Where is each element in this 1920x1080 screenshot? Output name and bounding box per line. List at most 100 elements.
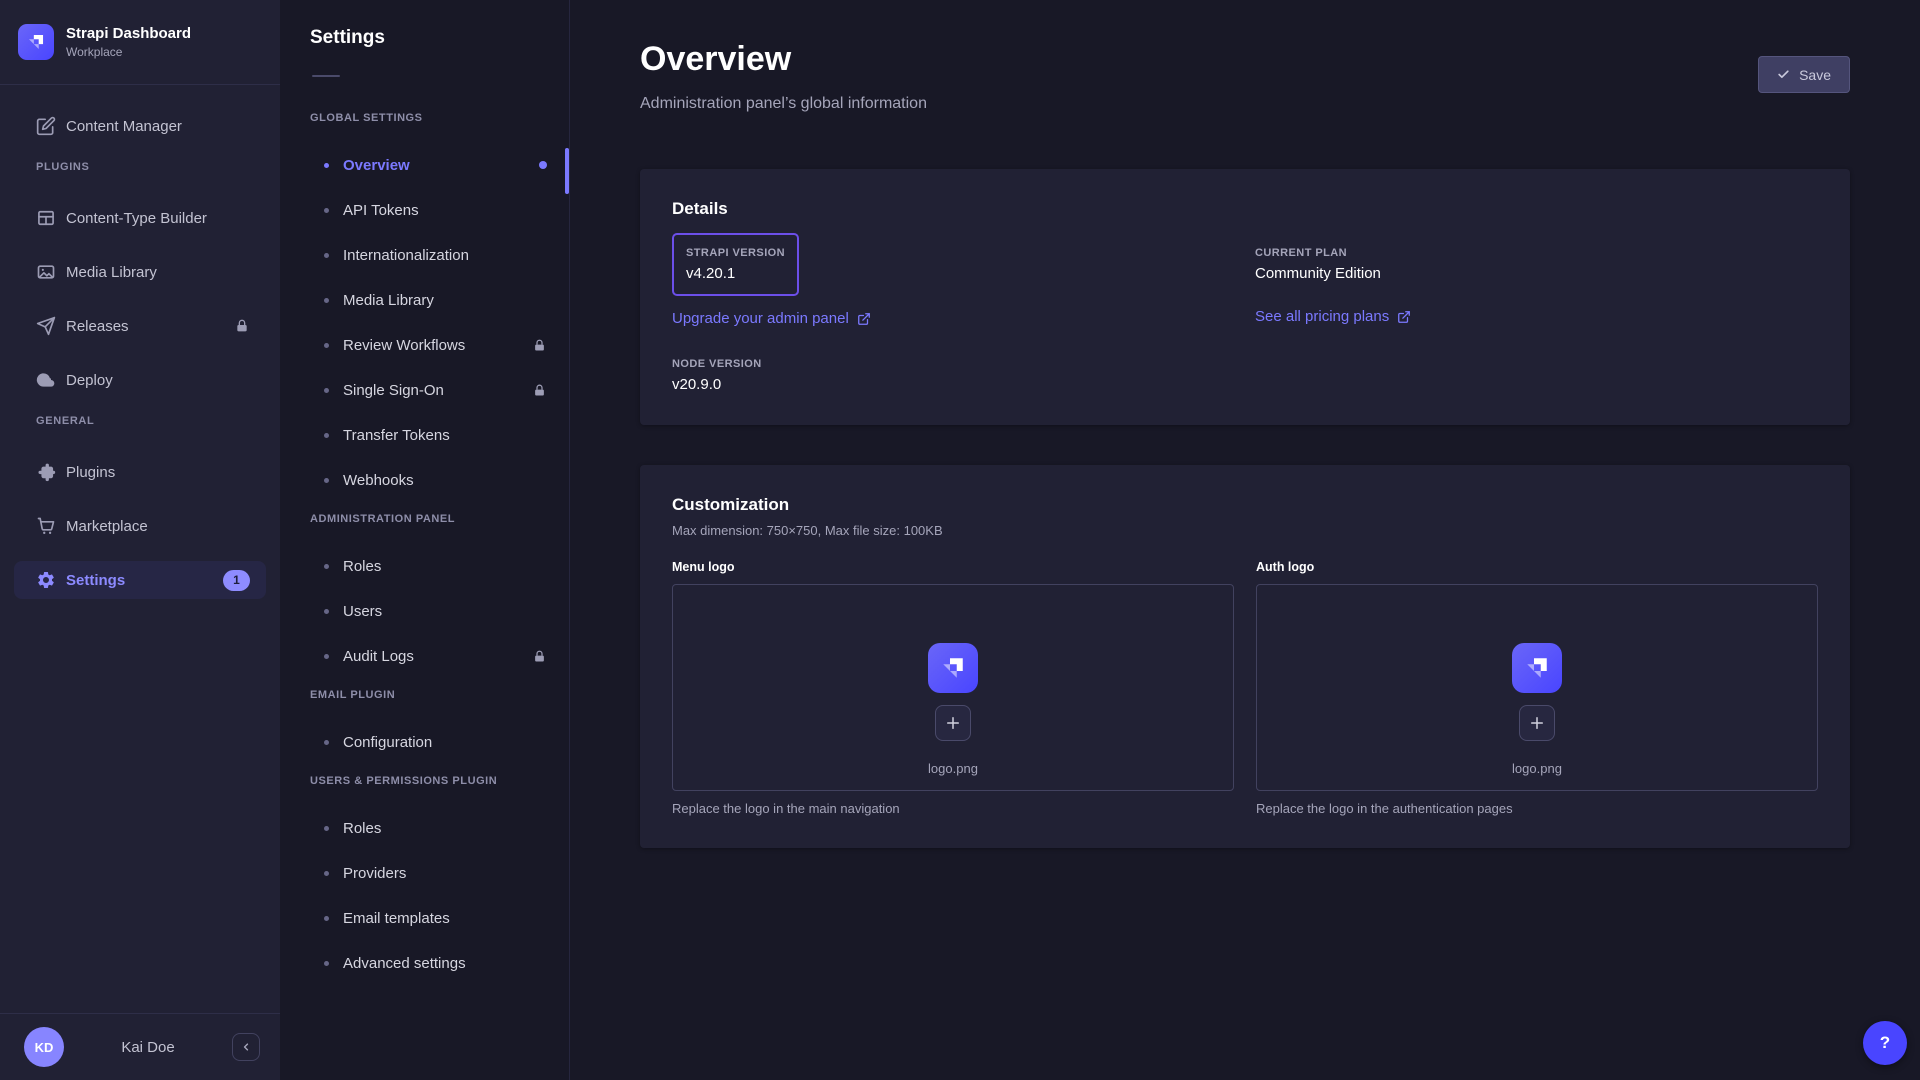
subnav-item-email-configuration[interactable]: Configuration [280,727,547,757]
settings-subnav: Settings GLOBAL SETTINGS Overview API To… [280,0,570,1080]
subnav-item-up-roles[interactable]: Roles [280,813,547,843]
menu-logo-field: Menu logo logo.png [672,560,1234,816]
subnav-section-global-settings: GLOBAL SETTINGS [310,112,545,124]
sidebar-item-media-library[interactable]: Media Library [14,253,266,291]
chevron-left-icon [239,1040,253,1054]
auth-logo-dropzone[interactable]: logo.png [1256,584,1818,791]
subnav-item-overview[interactable]: Overview [280,150,547,180]
strapi-logo-icon [18,24,54,60]
bullet-icon [324,298,329,303]
bullet-icon [324,826,329,831]
title-divider [312,75,340,77]
subnav-item-audit-logs[interactable]: Audit Logs [280,641,547,671]
nav-section-header-general: GENERAL [14,415,266,427]
upgrade-admin-panel-link[interactable]: Upgrade your admin panel [672,310,871,327]
bullet-icon [324,478,329,483]
bullet-icon [324,208,329,213]
user-name: Kai Doe [74,1039,222,1056]
workspace-title: Strapi Dashboard [66,25,191,43]
subnav-item-advanced-settings[interactable]: Advanced settings [280,948,547,978]
nav-section-header-plugins: PLUGINS [14,161,266,173]
workspace-brand[interactable]: Strapi Dashboard Workplace [0,0,280,85]
subnav-item-internationalization[interactable]: Internationalization [280,240,547,270]
strapi-version-highlight-box: STRAPI VERSION v4.20.1 [672,233,799,296]
puzzle-icon [36,462,56,482]
auth-logo-preview [1512,643,1562,693]
settings-notification-badge: 1 [223,570,250,591]
app-root: Strapi Dashboard Workplace Content Manag… [0,0,1920,1080]
node-version-value: v20.9.0 [672,376,1235,393]
user-area: KD Kai Doe [0,1013,280,1080]
page-header: Overview Administration panel’s global i… [640,40,1850,113]
page-title: Overview [640,40,927,79]
pricing-plans-link[interactable]: See all pricing plans [1255,308,1411,325]
cloud-icon [36,370,56,390]
subnav-item-email-templates[interactable]: Email templates [280,903,547,933]
node-version-label: NODE VERSION [672,358,1235,370]
sidebar-item-plugins[interactable]: Plugins [14,453,266,491]
subnav-item-transfer-tokens[interactable]: Transfer Tokens [280,420,547,450]
auth-logo-field: Auth logo logo.png [1256,560,1818,816]
sidebar-item-label: Content Manager [66,118,182,135]
sidebar-item-label: Content-Type Builder [66,210,207,227]
sidebar-item-label: Media Library [66,264,157,281]
bullet-icon [324,388,329,393]
subnav-section-users-permissions: USERS & PERMISSIONS PLUGIN [310,775,545,787]
sidebar-item-content-manager[interactable]: Content Manager [14,107,266,145]
workspace-subtitle: Workplace [66,45,191,59]
strapi-version-value: v4.20.1 [686,265,785,282]
main-content: Overview Administration panel’s global i… [570,0,1920,1080]
pen-icon [36,116,56,136]
details-right-column: CURRENT PLAN Community Edition See all p… [1255,233,1818,393]
sidebar-item-marketplace[interactable]: Marketplace [14,507,266,545]
subnav-item-admin-roles[interactable]: Roles [280,551,547,581]
subnav-item-single-sign-on[interactable]: Single Sign-On [280,375,547,405]
add-menu-logo-button[interactable] [935,705,971,741]
update-notification-dot [539,161,547,169]
subnav-section-administration-panel: ADMINISTRATION PANEL [310,513,545,525]
auth-logo-caption: Replace the logo in the authentication p… [1256,801,1818,816]
lock-icon [532,649,547,664]
external-link-icon [857,312,871,326]
external-link-icon [1397,310,1411,324]
sidebar-item-releases[interactable]: Releases [14,307,266,345]
subnav-item-admin-users[interactable]: Users [280,596,547,626]
auth-logo-filename: logo.png [1512,761,1562,776]
strapi-version-label: STRAPI VERSION [686,247,785,259]
avatar[interactable]: KD [24,1027,64,1067]
lock-icon [532,338,547,353]
sidebar-item-label: Marketplace [66,518,148,535]
bullet-icon [324,253,329,258]
help-button[interactable]: ? [1863,1021,1907,1065]
menu-logo-dropzone[interactable]: logo.png [672,584,1234,791]
subnav-item-review-workflows[interactable]: Review Workflows [280,330,547,360]
sidebar-item-content-type-builder[interactable]: Content-Type Builder [14,199,266,237]
sidebar-item-label: Deploy [66,372,113,389]
subnav-item-webhooks[interactable]: Webhooks [280,465,547,495]
current-plan-value: Community Edition [1255,265,1818,282]
bullet-icon [324,433,329,438]
bullet-icon [324,916,329,921]
paper-plane-icon [36,316,56,336]
subnav-item-media-library[interactable]: Media Library [280,285,547,315]
subnav-item-providers[interactable]: Providers [280,858,547,888]
gear-icon [36,570,56,590]
check-icon [1777,68,1790,81]
subnav-item-api-tokens[interactable]: API Tokens [280,195,547,225]
collapse-sidebar-button[interactable] [232,1033,260,1061]
subnav-section-email-plugin: EMAIL PLUGIN [310,689,545,701]
bullet-icon [324,609,329,614]
auth-logo-label: Auth logo [1256,560,1818,574]
menu-logo-caption: Replace the logo in the main navigation [672,801,1234,816]
save-button[interactable]: Save [1758,56,1850,93]
add-auth-logo-button[interactable] [1519,705,1555,741]
sidebar-item-label: Plugins [66,464,115,481]
main-navigation: Strapi Dashboard Workplace Content Manag… [0,0,280,1080]
sidebar-item-settings[interactable]: Settings 1 [14,561,266,599]
layout-grid-icon [36,208,56,228]
lock-icon [532,383,547,398]
cart-icon [36,516,56,536]
bullet-icon [324,961,329,966]
sidebar-item-deploy[interactable]: Deploy [14,361,266,399]
image-icon [36,262,56,282]
